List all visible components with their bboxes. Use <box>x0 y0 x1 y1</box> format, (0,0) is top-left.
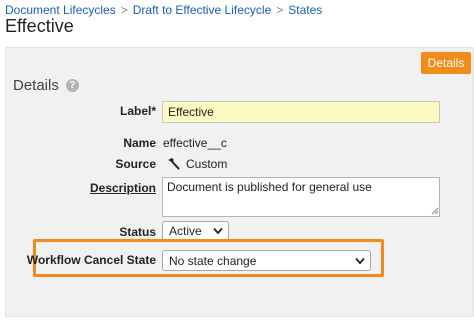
label-input[interactable] <box>162 101 440 123</box>
breadcrumb-separator: > <box>120 3 128 17</box>
chevron-down-icon <box>213 227 223 235</box>
status-select-value: Active <box>169 224 202 238</box>
description-textarea[interactable]: Document is published for general use <box>162 177 440 217</box>
description-field-label: Description <box>89 181 156 195</box>
section-header: Details ? <box>13 77 79 94</box>
workflow-cancel-state-select[interactable]: No state change <box>162 250 371 271</box>
help-icon[interactable]: ? <box>65 79 79 92</box>
breadcrumb-lifecycle[interactable]: Draft to Effective Lifecycle <box>133 3 272 17</box>
section-title: Details <box>13 77 59 94</box>
source-field-label: Source <box>115 157 156 171</box>
resize-grip-icon[interactable] <box>431 207 439 215</box>
workflow-cancel-state-value: No state change <box>169 253 257 268</box>
breadcrumb-separator: > <box>276 3 284 17</box>
tab-details[interactable]: Details <box>421 52 471 74</box>
hammer-icon <box>168 158 180 170</box>
breadcrumb-document-lifecycles[interactable]: Document Lifecycles <box>5 3 116 17</box>
workflow-cancel-state-label: Workflow Cancel State <box>26 253 156 267</box>
label-field-label: Label* <box>119 104 156 118</box>
breadcrumb: Document Lifecycles > Draft to Effective L… <box>5 3 322 17</box>
status-field-label: Status <box>119 225 156 239</box>
name-field-label: Name <box>123 136 156 150</box>
source-value-text: Custom <box>186 157 228 171</box>
source-value: Custom <box>166 157 227 171</box>
page-title: Effective <box>5 16 74 36</box>
name-value: effective__c <box>163 136 227 150</box>
status-select[interactable]: Active <box>162 221 229 241</box>
breadcrumb-states[interactable]: States <box>288 3 322 17</box>
chevron-down-icon <box>355 257 365 264</box>
